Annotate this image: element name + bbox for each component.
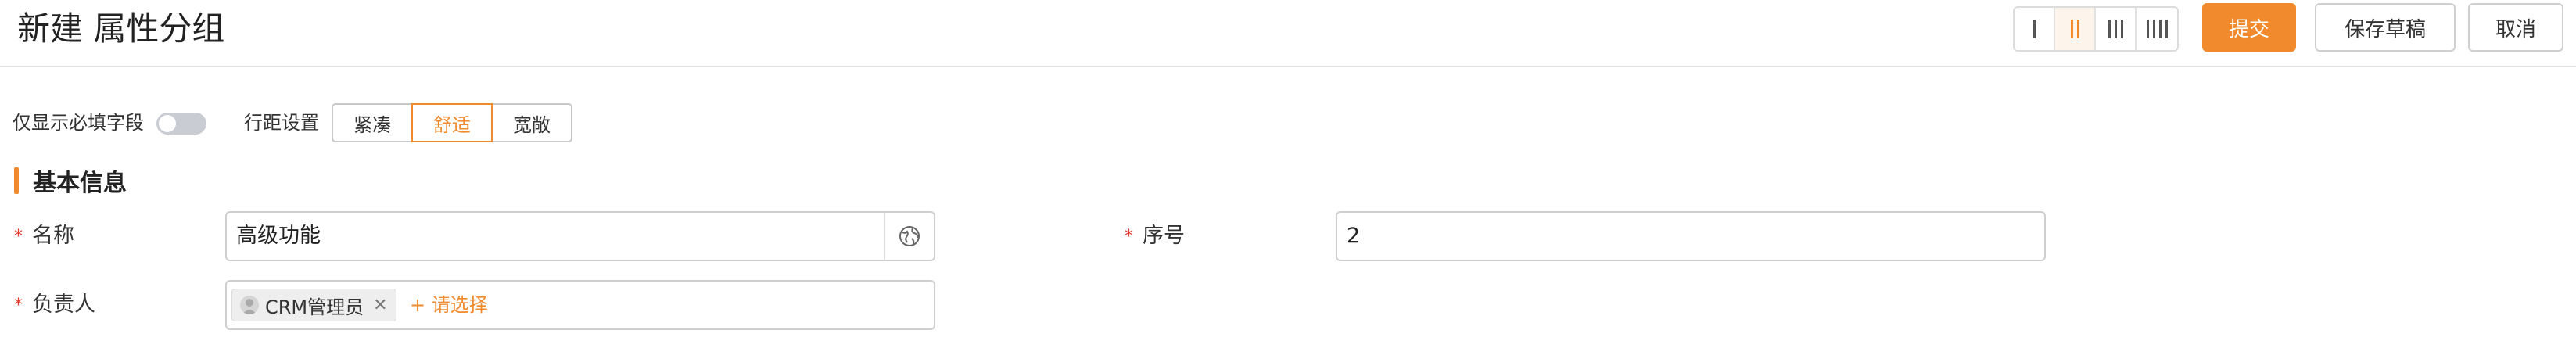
save-draft-button[interactable]: 保存草稿: [2315, 3, 2456, 52]
column-bar-icon: [2120, 20, 2123, 38]
user-avatar-icon: [240, 296, 259, 314]
row-spacing-label: 行距设置: [244, 112, 319, 134]
name-input[interactable]: 高级功能: [225, 211, 935, 261]
layout-2-column-button[interactable]: [2055, 8, 2096, 50]
column-bar-icon: [2152, 20, 2155, 38]
section-accent-bar: [14, 167, 19, 194]
page-header: 新建 属性分组 提交 保存草稿 取消: [0, 0, 2576, 67]
layout-4-column-button[interactable]: [2137, 8, 2177, 50]
cancel-button[interactable]: 取消: [2468, 3, 2563, 52]
order-label-text: 序号: [1143, 224, 1185, 248]
toggle-knob: [159, 115, 176, 132]
order-input[interactable]: 2: [1336, 211, 2046, 261]
form-toolbar: 仅显示必填字段 行距设置 紧凑 舒适 宽敞: [0, 103, 626, 142]
row-spacing-loose[interactable]: 宽敞: [491, 103, 572, 142]
submit-button[interactable]: 提交: [2202, 3, 2296, 52]
owner-field-label: * 负责人: [14, 292, 95, 319]
add-owner-link[interactable]: + 请选择: [410, 282, 488, 328]
row-spacing-comfortable[interactable]: 舒适: [411, 103, 493, 142]
required-marker: *: [14, 226, 23, 246]
required-marker: *: [1125, 226, 1133, 246]
column-bar-icon: [2165, 20, 2168, 38]
row-spacing-selector: 紧凑 舒适 宽敞: [332, 103, 572, 142]
owner-tag: CRM管理员 ✕: [231, 289, 396, 321]
column-bar-icon: [2070, 20, 2073, 38]
column-bar-icon: [2158, 20, 2162, 38]
column-bar-icon: [2146, 20, 2149, 38]
section-basic-info: 基本信息: [14, 166, 127, 197]
column-bar-icon: [2032, 20, 2036, 38]
column-bar-icon: [2076, 20, 2079, 38]
row-spacing-compact[interactable]: 紧凑: [332, 103, 413, 142]
close-icon[interactable]: ✕: [373, 295, 387, 315]
column-bar-icon: [2114, 20, 2117, 38]
name-label-text: 名称: [32, 224, 74, 248]
name-input-value: 高级功能: [236, 224, 321, 248]
section-title: 基本信息: [33, 170, 127, 197]
layout-1-column-button[interactable]: [2015, 8, 2055, 50]
globe-icon: [899, 226, 920, 246]
required-only-label: 仅显示必填字段: [13, 112, 144, 134]
column-bar-icon: [2108, 20, 2111, 38]
layout-3-column-button[interactable]: [2096, 8, 2137, 50]
required-marker: *: [14, 295, 23, 315]
owner-input[interactable]: CRM管理员 ✕ + 请选择: [225, 280, 935, 330]
owner-label-text: 负责人: [32, 293, 95, 317]
name-field-label: * 名称: [14, 223, 74, 250]
owner-tag-text: CRM管理员: [265, 296, 364, 318]
column-layout-switcher: [2013, 6, 2179, 52]
order-field-label: * 序号: [1125, 223, 1185, 250]
order-input-value: 2: [1347, 224, 1361, 248]
required-only-toggle[interactable]: [156, 113, 206, 135]
translate-button[interactable]: [884, 213, 934, 260]
page-title: 新建 属性分组: [17, 9, 225, 48]
